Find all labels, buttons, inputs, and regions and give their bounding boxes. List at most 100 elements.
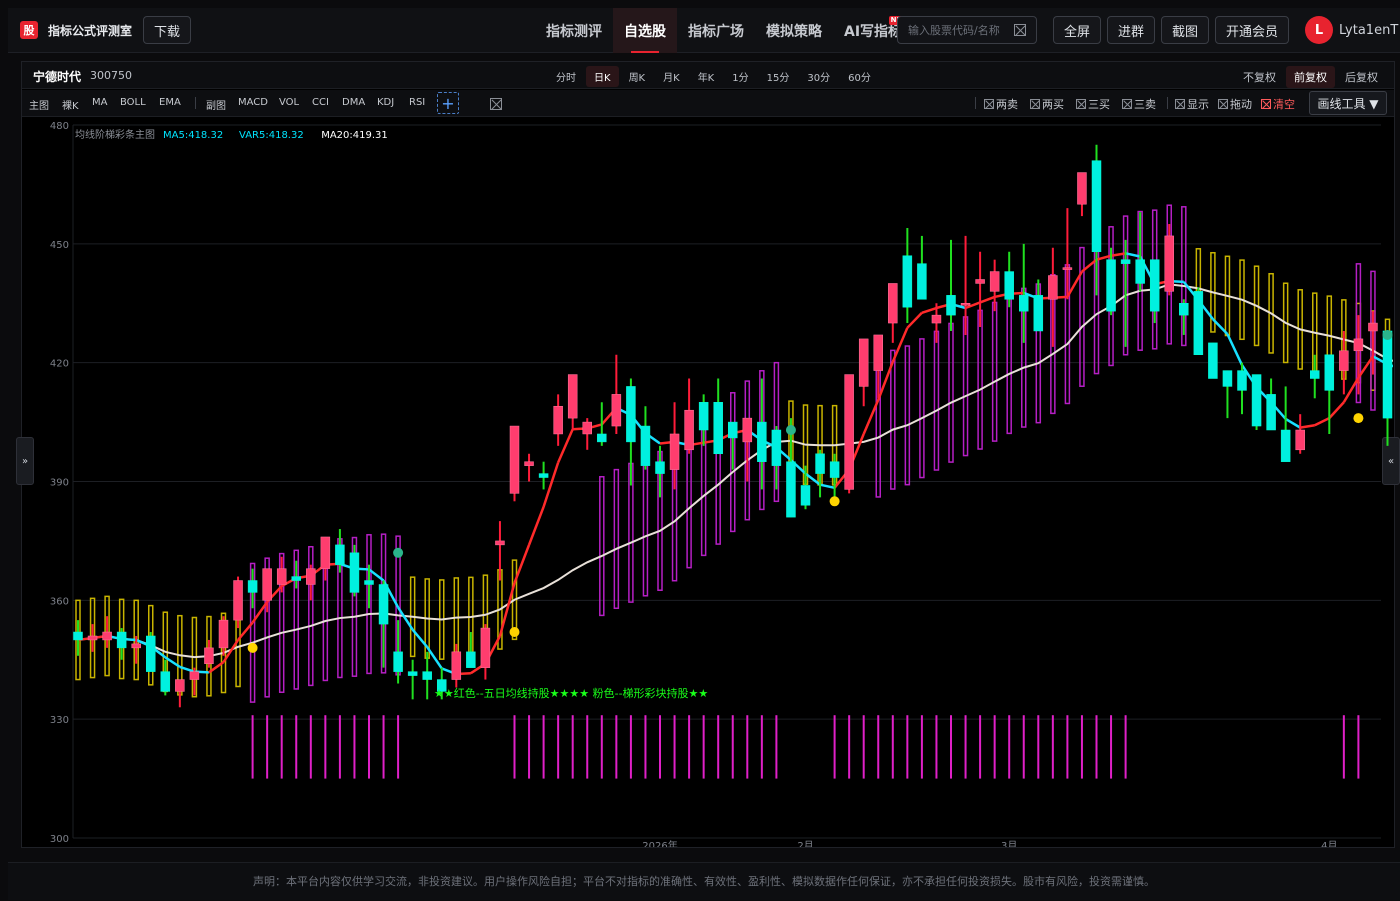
period-tab[interactable]: 周K (621, 66, 654, 87)
candle-body (1120, 259, 1131, 264)
drawing-tools-button[interactable]: 画线工具 ▼ (1309, 91, 1387, 115)
search-icon[interactable] (1014, 24, 1026, 36)
ma5-segment (1299, 424, 1315, 429)
ma5-segment (979, 295, 996, 304)
nav-indicator-square[interactable]: 指标广场 (677, 8, 755, 53)
candle-body (262, 568, 272, 601)
tool-clear[interactable]: 清空 (1261, 96, 1295, 112)
tool-drag[interactable]: 拖动 (1218, 96, 1252, 112)
candle-body (335, 544, 345, 565)
stock-header: 宁德时代 300750 分时 日K 周K 月K 年K 1分 15分 30分 60分 不复权 前复权… (22, 62, 1394, 89)
candle-body (160, 671, 171, 692)
tool-label: 清空 (1273, 98, 1295, 111)
close-icon[interactable] (490, 98, 502, 110)
adjust-tab[interactable]: 后复权 (1337, 66, 1386, 88)
candle-body (989, 271, 1000, 292)
candle-body (858, 338, 869, 387)
candle (175, 679, 185, 708)
candlestick-chart[interactable]: 480 450 420 390 360 330 300 2026年 2月 3月 4月 均线阶梯彩条主图… (21, 117, 1393, 847)
period-tab[interactable]: 分时 (548, 66, 584, 87)
period-tab[interactable]: 15分 (759, 66, 798, 87)
ind-macd[interactable]: MACD (238, 97, 268, 108)
tool-two-buy[interactable]: 两买 (1030, 96, 1064, 112)
ind-ema[interactable]: EMA (159, 97, 181, 108)
ribbon-bar-magenta (599, 475, 605, 617)
app-name: 指标公式评测室 (48, 23, 133, 38)
candle-body (204, 647, 214, 664)
ribbon-bar-magenta (1079, 246, 1085, 387)
adjust-tab[interactable]: 不复权 (1235, 66, 1284, 88)
candle (276, 556, 287, 593)
nav-sim-strategy[interactable]: 模拟策略 (755, 8, 833, 53)
candle-body (582, 421, 592, 435)
candle-body (1382, 330, 1393, 419)
add-indicator-button[interactable]: + (437, 92, 459, 114)
candle (567, 374, 578, 431)
candle-body (320, 536, 331, 569)
legend-item: VAR5:418.32 (239, 130, 304, 141)
adjust-tab[interactable]: 前复权 (1286, 66, 1335, 88)
vip-button[interactable]: 开通会员 (1215, 16, 1290, 44)
period-tab[interactable]: 1分 (724, 66, 756, 87)
period-tab[interactable]: 60分 (840, 66, 879, 87)
candle-body (1091, 160, 1102, 253)
checkbox-icon (1076, 99, 1086, 109)
candle-body (1149, 259, 1160, 312)
tool-three-buy[interactable]: 三买 (1076, 96, 1110, 112)
nav-indicator-eval[interactable]: 指标测评 (535, 8, 613, 53)
signal-dot (1382, 329, 1393, 340)
checkbox-icon (1030, 99, 1040, 109)
candle-body (349, 552, 360, 593)
candle-body (757, 421, 767, 462)
period-tab[interactable]: 30分 (799, 66, 838, 87)
y-tick-label: 360 (50, 596, 69, 607)
tool-label: 显示 (1187, 98, 1209, 111)
candle-body (597, 433, 607, 443)
candle-body (1310, 370, 1320, 379)
ind-naked-k[interactable]: 裸K (62, 97, 79, 112)
candle-body (960, 303, 971, 306)
ind-kdj[interactable]: KDJ (377, 97, 394, 108)
period-tab[interactable]: 年K (690, 66, 723, 87)
tool-show[interactable]: 显示 (1175, 96, 1209, 112)
tool-three-sell[interactable]: 三卖 (1122, 96, 1156, 112)
y-tick-label: 480 (50, 121, 69, 132)
screenshot-button[interactable]: 截图 (1161, 16, 1210, 44)
candle (1179, 299, 1189, 335)
ind-vol[interactable]: VOL (279, 97, 299, 108)
search-input[interactable] (898, 17, 1010, 43)
checkbox-icon (1218, 99, 1228, 109)
username[interactable]: Lyta1enT (1339, 23, 1398, 38)
adjust-tabs: 不复权 前复权 后复权 (1233, 66, 1386, 88)
sub-chart-label: 副图 (206, 101, 226, 112)
candle (1149, 259, 1160, 324)
period-tab[interactable]: 日K (586, 66, 619, 87)
ind-dma[interactable]: DMA (342, 97, 365, 108)
tool-two-sell[interactable]: 两卖 (984, 96, 1018, 112)
ind-ma[interactable]: MA (92, 97, 107, 108)
fullscreen-button[interactable]: 全屏 (1053, 16, 1102, 44)
ind-rsi[interactable]: RSI (409, 97, 425, 108)
download-button[interactable]: 下载 (143, 16, 192, 44)
candle (466, 632, 476, 668)
candle (917, 235, 927, 300)
ind-cci[interactable]: CCI (312, 97, 329, 108)
candle (1237, 362, 1247, 415)
ribbon-bar-magenta (977, 309, 983, 450)
candle-body (146, 635, 156, 672)
candle (102, 616, 112, 648)
candle-body (1164, 235, 1174, 292)
top-bar: 股 指标公式评测室 下载 指标测评 自选股 指标广场 模拟策略 AI写指标NEW… (8, 8, 1400, 53)
period-tab[interactable]: 月K (655, 66, 688, 87)
nav-watchlist[interactable]: 自选股 (613, 8, 677, 53)
candle (960, 235, 971, 335)
candle-body (407, 671, 418, 676)
ribbon-bar-magenta (962, 316, 969, 457)
join-group-button[interactable]: 进群 (1107, 16, 1156, 44)
ind-boll[interactable]: BOLL (120, 97, 146, 108)
stock-name: 宁德时代 (33, 70, 82, 84)
avatar[interactable]: L (1305, 16, 1333, 44)
candle (1004, 251, 1014, 308)
candle-body (1135, 259, 1145, 284)
candle-body (698, 402, 709, 431)
